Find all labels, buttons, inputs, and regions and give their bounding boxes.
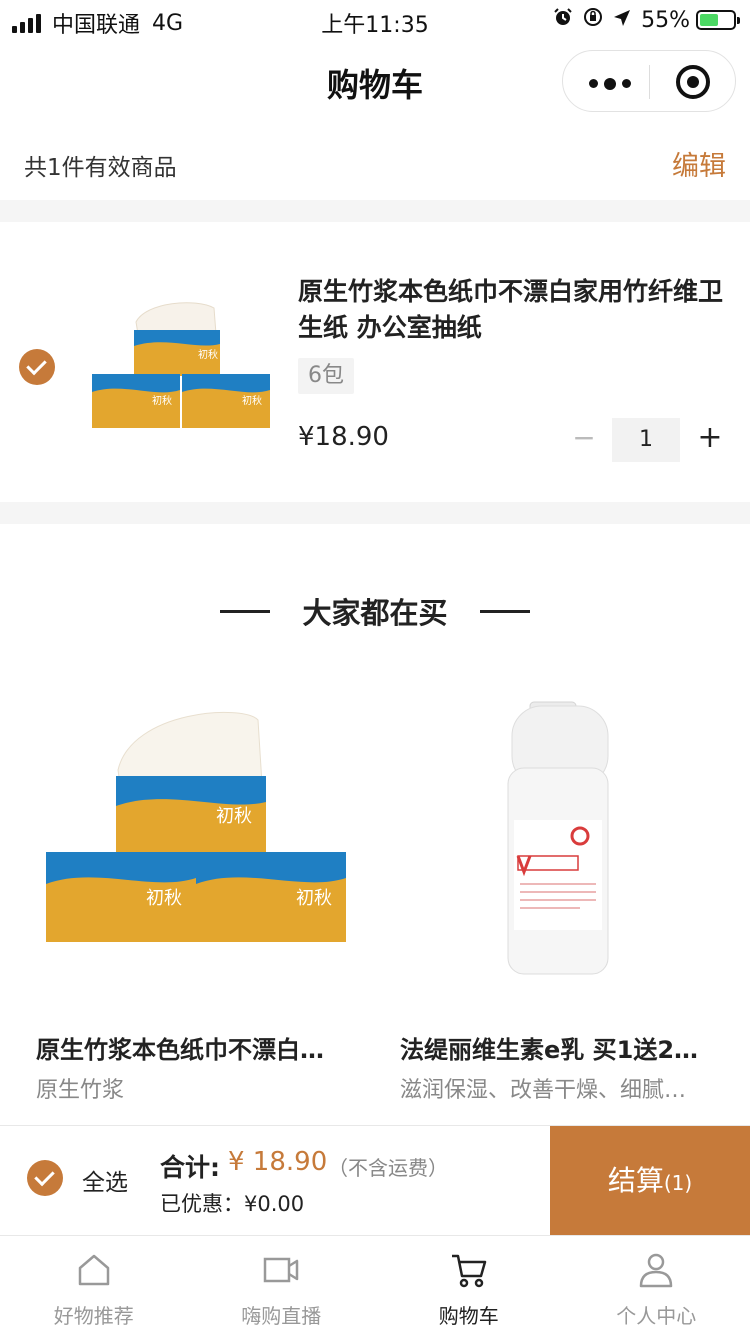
cart-icon [451, 1254, 486, 1288]
tab-label: 购物车 [438, 1304, 499, 1328]
recommend-product-card[interactable]: 初秋 初秋 初秋 原生竹浆本色纸巾不漂白… 原生竹浆 [36, 680, 366, 1120]
tissue-box-image: 初秋 初秋 初秋 [92, 302, 270, 428]
checkout-bar: 全选 合计: ¥ 18.90 （不含运费） 已优惠：¥0.00 结算(1) [0, 1125, 750, 1236]
user-icon [640, 1253, 673, 1288]
item-thumbnail[interactable]: 初秋 初秋 初秋 [86, 286, 276, 436]
recommend-product-image: 初秋 初秋 初秋 [36, 680, 366, 1010]
tab-label: 个人中心 [616, 1304, 697, 1328]
total-label: 合计: [160, 1153, 220, 1182]
svg-text:初秋: 初秋 [152, 394, 172, 407]
select-all-label[interactable]: 全选 [82, 1163, 128, 1197]
item-title[interactable]: 原生竹浆本色纸巾不漂白家用竹纤维卫生纸 办公室抽纸 [298, 274, 728, 346]
svg-text:初秋: 初秋 [146, 888, 182, 909]
rotation-lock-icon [583, 7, 603, 33]
discount-amount: 已优惠：¥0.00 [160, 1192, 305, 1216]
status-bar: 中国联通 4G 上午11:35 55% [0, 0, 750, 40]
tab-cart[interactable]: 购物车 [375, 1236, 563, 1334]
battery-fill [700, 14, 718, 26]
nav-bar: 购物车 [0, 40, 750, 122]
battery-percent: 55% [641, 7, 690, 33]
tab-live[interactable]: 嗨购直播 [188, 1236, 376, 1334]
tab-label: 好物推荐 [53, 1304, 134, 1328]
svg-text:初秋: 初秋 [198, 348, 218, 361]
location-icon [613, 8, 631, 33]
heading-line-right [480, 610, 530, 613]
total-amount: ¥ 18.90 [228, 1147, 328, 1177]
checkout-count: (1) [663, 1171, 693, 1195]
capsule-divider [649, 65, 650, 99]
recommend-product-image [400, 680, 730, 1010]
quantity-value[interactable]: 1 [612, 418, 680, 462]
video-icon [264, 1257, 299, 1283]
cart-item: 初秋 初秋 初秋 原生竹浆本色纸巾不漂白家用竹纤维卫生纸 办公室抽纸 6包 ¥1… [0, 222, 750, 502]
mini-program-capsule [562, 50, 736, 112]
recommend-heading: 大家都在买 [302, 596, 448, 630]
recommend-product-title: 原生竹浆本色纸巾不漂白… [36, 1036, 324, 1064]
checkout-button[interactable]: 结算(1) [550, 1126, 750, 1236]
item-spec-tag: 6包 [298, 358, 354, 394]
section-divider [0, 200, 750, 222]
tab-recommend[interactable]: 好物推荐 [0, 1236, 188, 1334]
valid-item-count: 共1件有效商品 [24, 155, 177, 181]
svg-text:初秋: 初秋 [242, 394, 262, 407]
tab-profile[interactable]: 个人中心 [563, 1236, 750, 1334]
recommend-product-card[interactable]: 法缇丽维生素e乳 买1送2… 滋润保湿、改善干燥、细腻… [400, 680, 730, 1120]
recommend-product-subtitle: 原生竹浆 [36, 1078, 125, 1103]
select-all-checkbox[interactable] [27, 1160, 63, 1196]
close-target-icon[interactable] [676, 65, 710, 99]
more-icon[interactable] [589, 78, 637, 90]
quantity-decrease-button[interactable]: − [566, 418, 602, 458]
tab-label: 嗨购直播 [241, 1304, 322, 1328]
item-price: ¥18.90 [298, 422, 389, 452]
svg-text:初秋: 初秋 [216, 806, 252, 827]
recommend-product-title: 法缇丽维生素e乳 买1送2… [400, 1036, 699, 1064]
shipping-note: （不含运费） [328, 1156, 448, 1180]
checkout-button-label: 结算 [607, 1164, 664, 1197]
section-divider [0, 502, 750, 524]
quantity-increase-button[interactable]: + [692, 418, 728, 458]
tab-bar: 好物推荐 嗨购直播 购物车 个人中心 [0, 1235, 750, 1334]
recommend-product-subtitle: 滋润保湿、改善干燥、细腻… [400, 1078, 687, 1103]
cart-summary: 共1件有效商品 编辑 [0, 122, 750, 200]
item-select-checkbox[interactable] [19, 349, 55, 385]
status-right: 55% [553, 7, 740, 33]
battery-icon [696, 10, 740, 30]
svg-text:初秋: 初秋 [296, 888, 332, 909]
home-icon [78, 1254, 109, 1286]
edit-button[interactable]: 编辑 [672, 144, 726, 183]
alarm-icon [553, 7, 573, 33]
